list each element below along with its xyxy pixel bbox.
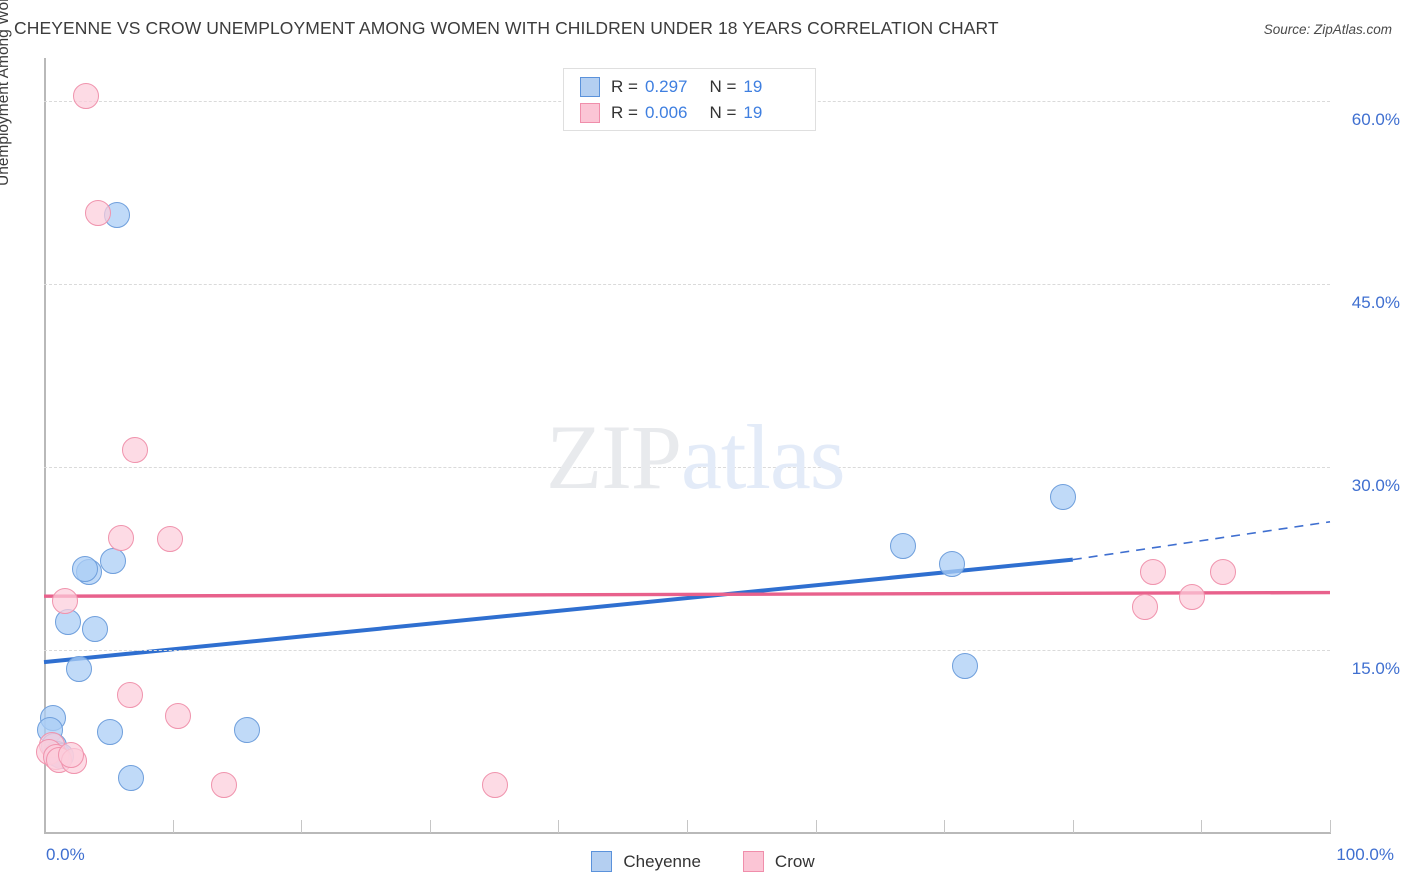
x-axis-tick <box>1330 820 1331 833</box>
gridline-y <box>44 283 1330 285</box>
page-title: CHEYENNE VS CROW UNEMPLOYMENT AMONG WOME… <box>14 18 999 38</box>
data-point-crow[interactable] <box>1210 558 1237 585</box>
legend-swatch-crow-icon <box>580 103 600 123</box>
data-point-crow[interactable] <box>108 524 135 551</box>
series-swatch-cheyenne-icon <box>591 851 613 872</box>
trend-lines <box>43 520 1331 665</box>
data-point-crow[interactable] <box>122 436 149 463</box>
legend-r-value-cheyenne: 0.297 <box>644 77 688 96</box>
data-point-crow[interactable] <box>1139 558 1166 585</box>
chart-root: CHEYENNE VS CROW UNEMPLOYMENT AMONG WOME… <box>0 0 1406 892</box>
gridline-y <box>44 649 1330 651</box>
x-axis-tick <box>172 820 174 833</box>
series-legend-label-crow: Crow <box>774 851 815 871</box>
y-axis-tick-label: 30.0% <box>1351 475 1400 495</box>
series-legend: Cheyenne Crow <box>0 851 1406 872</box>
plot-area <box>36 58 1331 833</box>
data-point-crow[interactable] <box>85 200 111 226</box>
x-axis-tick <box>558 820 560 833</box>
legend-row-crow: R = 0.006 N = 19 <box>580 100 762 126</box>
x-axis-tick <box>687 820 688 833</box>
series-legend-item-crow[interactable]: Crow <box>742 851 815 872</box>
trend-line-cheyenne <box>43 557 1073 665</box>
legend-r-label-cheyenne: R = <box>611 77 638 96</box>
gridline-y <box>44 466 1330 468</box>
source-label: Source: ZipAtlas.com <box>1263 22 1392 37</box>
data-point-cheyenne[interactable] <box>1049 484 1076 511</box>
x-axis-tick <box>1201 820 1203 833</box>
y-axis-tick-label: 15.0% <box>1351 658 1400 678</box>
series-legend-label-cheyenne: Cheyenne <box>623 851 701 871</box>
data-point-crow[interactable] <box>58 741 84 768</box>
y-axis-title: Unemployment Among Women with Children U… <box>0 0 13 186</box>
series-legend-item-cheyenne[interactable]: Cheyenne <box>591 851 701 872</box>
data-point-crow[interactable] <box>164 702 191 729</box>
legend-n-value-cheyenne: 19 <box>743 77 763 96</box>
correlation-legend: R = 0.297 N = 19 R = 0.006 N = 19 <box>563 68 816 131</box>
legend-n-label-cheyenne: N = <box>709 77 737 96</box>
legend-n-value-crow: 19 <box>743 103 763 122</box>
x-axis-tick <box>815 820 817 833</box>
legend-r-label-crow: R = <box>611 103 638 122</box>
x-axis-tick <box>944 820 946 833</box>
series-swatch-crow-icon <box>742 851 764 872</box>
data-point-cheyenne[interactable] <box>96 718 123 745</box>
legend-swatch-cheyenne-icon <box>580 77 600 97</box>
x-axis-tick <box>1072 820 1074 833</box>
legend-n-label-crow: N = <box>709 103 737 122</box>
data-point-cheyenne[interactable] <box>65 656 92 683</box>
x-axis-tick <box>429 820 431 833</box>
data-point-crow[interactable] <box>157 525 184 552</box>
x-axis-tick <box>301 820 303 833</box>
y-axis-tick-label: 60.0% <box>1351 109 1400 129</box>
y-axis-tick-label: 45.0% <box>1351 292 1400 312</box>
legend-row-cheyenne: R = 0.297 N = 19 <box>580 74 762 100</box>
legend-r-value-crow: 0.006 <box>644 103 688 122</box>
data-point-crow[interactable] <box>1131 594 1158 621</box>
data-point-cheyenne[interactable] <box>951 652 978 679</box>
data-point-crow[interactable] <box>51 588 78 615</box>
trend-line-projection-cheyenne <box>1072 520 1331 561</box>
